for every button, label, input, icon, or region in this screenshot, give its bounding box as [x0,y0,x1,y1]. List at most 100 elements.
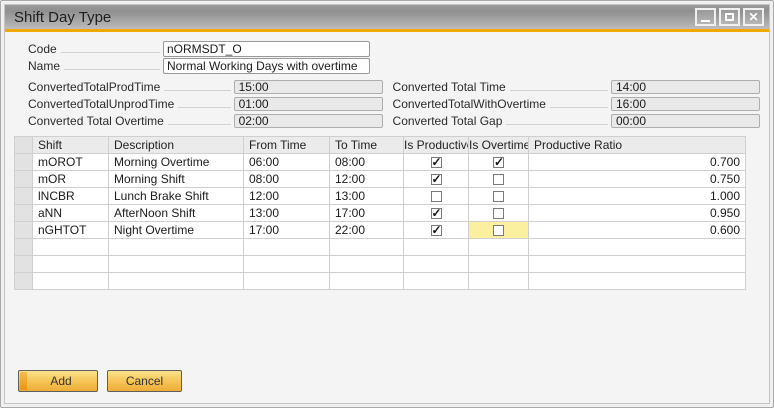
empty-cell[interactable] [109,239,244,256]
cell-shift[interactable]: lNCBR [33,188,109,205]
is-overtime-checkbox[interactable] [493,225,504,236]
is-productive-checkbox[interactable] [431,225,442,236]
row-selector[interactable] [15,205,33,222]
name-field-row: Name [28,57,760,74]
close-button[interactable]: ✕ [743,8,764,26]
cell-is-overtime-selected[interactable] [469,222,529,239]
empty-cell[interactable] [529,256,746,273]
empty-cell[interactable] [244,256,330,273]
cell-from-time[interactable]: 17:00 [244,222,330,239]
cell-is-productive[interactable] [404,154,469,171]
cell-from-time[interactable]: 12:00 [244,188,330,205]
empty-table-row [15,239,746,256]
empty-cell[interactable] [404,273,469,290]
cell-to-time[interactable]: 17:00 [330,205,404,222]
empty-cell[interactable] [404,239,469,256]
totalgap-label: Converted Total Gap [393,114,503,128]
cell-shift[interactable]: mOR [33,171,109,188]
totalgap-label-line [506,115,608,125]
empty-cell[interactable] [244,239,330,256]
cell-to-time[interactable]: 22:00 [330,222,404,239]
cell-is-overtime[interactable] [469,171,529,188]
cell-to-time[interactable]: 08:00 [330,154,404,171]
cell-description[interactable]: Morning Overtime [109,154,244,171]
cell-is-productive[interactable] [404,205,469,222]
empty-cell[interactable] [33,273,109,290]
cell-is-productive[interactable] [404,188,469,205]
window-title: Shift Day Type [14,9,111,26]
cell-productive-ratio[interactable]: 0.700 [529,154,746,171]
is-productive-checkbox[interactable] [431,191,442,202]
cell-is-overtime[interactable] [469,205,529,222]
row-selector[interactable] [15,171,33,188]
row-selector-header [15,137,33,154]
is-overtime-checkbox[interactable] [493,208,504,219]
row-selector[interactable] [15,154,33,171]
row-selector[interactable] [15,188,33,205]
is-overtime-checkbox[interactable] [493,191,504,202]
cell-shift[interactable]: aNN [33,205,109,222]
row-selector[interactable] [15,239,33,256]
col-header-to-time: To Time [330,137,404,154]
withovertime-label: ConvertedTotalWithOvertime [393,97,546,111]
code-input[interactable] [163,41,370,57]
empty-cell[interactable] [33,239,109,256]
totalovertime-label: Converted Total Overtime [28,114,164,128]
cell-description[interactable]: Morning Shift [109,171,244,188]
empty-cell[interactable] [469,273,529,290]
close-icon: ✕ [748,11,758,23]
totals-row-2: ConvertedTotalUnprodTime 01:00 Converted… [28,96,760,112]
cell-is-overtime[interactable] [469,188,529,205]
minimize-button[interactable] [695,8,716,26]
is-overtime-checkbox[interactable] [493,174,504,185]
empty-cell[interactable] [330,273,404,290]
cell-productive-ratio[interactable]: 1.000 [529,188,746,205]
cell-shift[interactable]: mOROT [33,154,109,171]
empty-cell[interactable] [330,239,404,256]
empty-cell[interactable] [529,239,746,256]
is-productive-checkbox[interactable] [431,208,442,219]
is-productive-checkbox[interactable] [431,174,442,185]
empty-cell[interactable] [404,256,469,273]
cell-to-time[interactable]: 13:00 [330,188,404,205]
empty-cell[interactable] [330,256,404,273]
prodtime-label: ConvertedTotalProdTime [28,80,160,94]
totaltime-label-wrap: Converted Total Time [393,80,611,94]
empty-cell[interactable] [109,273,244,290]
cell-is-productive[interactable] [404,222,469,239]
row-selector[interactable] [15,256,33,273]
cancel-button[interactable]: Cancel [107,370,182,392]
row-selector[interactable] [15,222,33,239]
cell-description[interactable]: AfterNoon Shift [109,205,244,222]
maximize-button[interactable] [719,8,740,26]
cell-shift[interactable]: nGHTOT [33,222,109,239]
empty-cell[interactable] [469,239,529,256]
cell-productive-ratio[interactable]: 0.600 [529,222,746,239]
is-overtime-checkbox[interactable] [493,157,504,168]
is-productive-checkbox[interactable] [431,157,442,168]
shift-table: Shift Description From Time To Time Is P… [14,136,746,290]
cell-from-time[interactable]: 06:00 [244,154,330,171]
unprodtime-value: 01:00 [234,97,383,111]
empty-cell[interactable] [469,256,529,273]
empty-cell[interactable] [109,256,244,273]
cell-description[interactable]: Lunch Brake Shift [109,188,244,205]
cell-productive-ratio[interactable]: 0.750 [529,171,746,188]
add-button[interactable]: Add [18,370,98,392]
cell-productive-ratio[interactable]: 0.950 [529,205,746,222]
cell-to-time[interactable]: 12:00 [330,171,404,188]
cell-description[interactable]: Night Overtime [109,222,244,239]
totaltime-label: Converted Total Time [393,80,506,94]
name-input[interactable] [163,58,370,74]
totalovertime-value: 02:00 [234,114,383,128]
name-label-line [64,60,160,70]
cell-from-time[interactable]: 13:00 [244,205,330,222]
cell-is-productive[interactable] [404,171,469,188]
empty-cell[interactable] [244,273,330,290]
title-bar[interactable]: Shift Day Type ✕ [5,5,769,29]
empty-cell[interactable] [529,273,746,290]
row-selector[interactable] [15,273,33,290]
cell-from-time[interactable]: 08:00 [244,171,330,188]
cell-is-overtime[interactable] [469,154,529,171]
empty-cell[interactable] [33,256,109,273]
